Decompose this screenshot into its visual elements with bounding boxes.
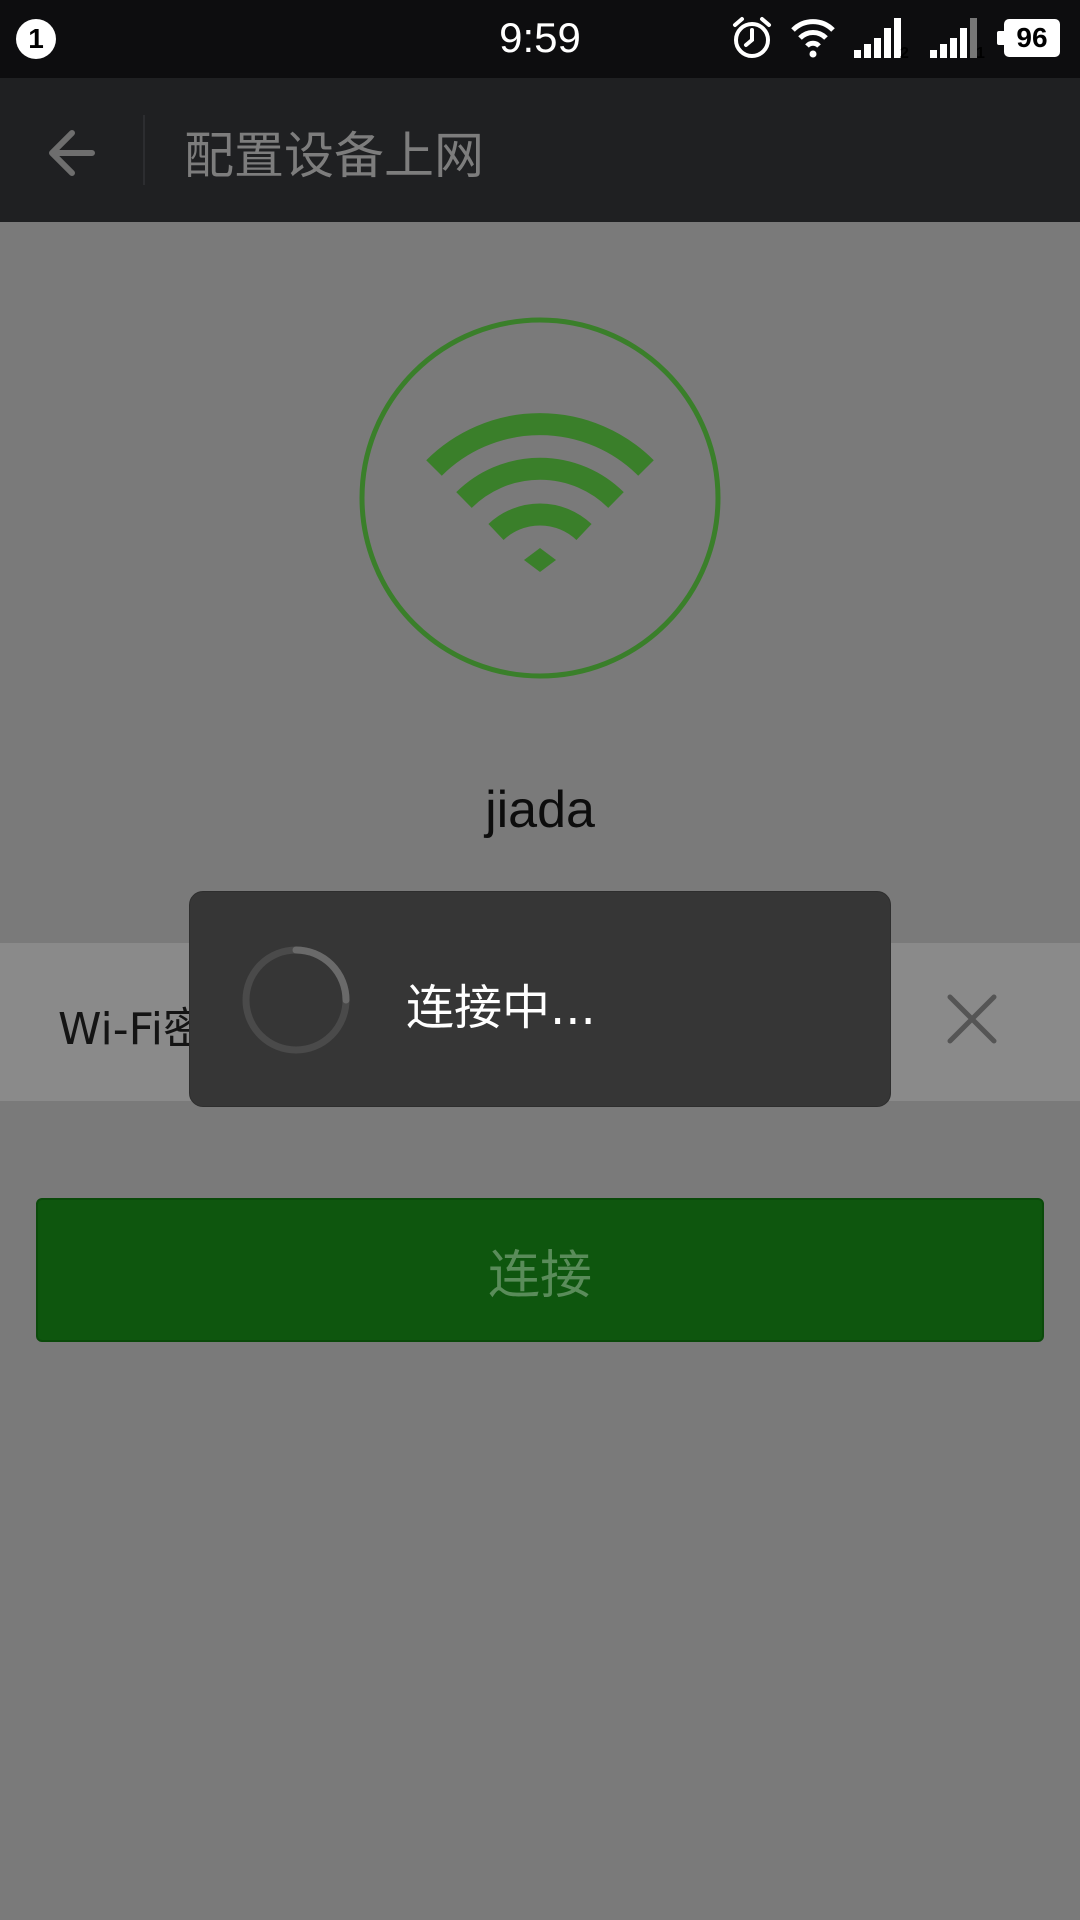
status-bar: 1 9:59 2 1 96 [0,0,1080,78]
signal-icon-sim1: 1 [930,18,985,60]
wifi-illustration-icon [359,317,721,679]
sim2-label: 2 [900,45,909,60]
back-arrow-icon[interactable] [40,118,110,188]
page-title: 配置设备上网 [184,127,484,185]
notification-badge: 1 [16,19,56,59]
status-clock: 9:59 [499,14,581,61]
connect-button[interactable]: 连接 [36,1198,1044,1342]
alarm-icon [733,17,771,58]
loading-spinner-icon [242,946,350,1054]
wifi-icon [791,19,835,58]
title-bar: 配置设备上网 [0,78,1080,222]
loading-message: 连接中... [406,980,596,1036]
loading-dialog: 连接中... [189,891,891,1107]
sim1-label: 1 [976,45,985,60]
clear-icon[interactable] [946,993,998,1045]
title-divider [143,115,145,185]
signal-icon-sim2: 2 [854,18,909,60]
battery-indicator: 96 [997,19,1060,57]
wifi-ssid: jiada [485,781,595,839]
